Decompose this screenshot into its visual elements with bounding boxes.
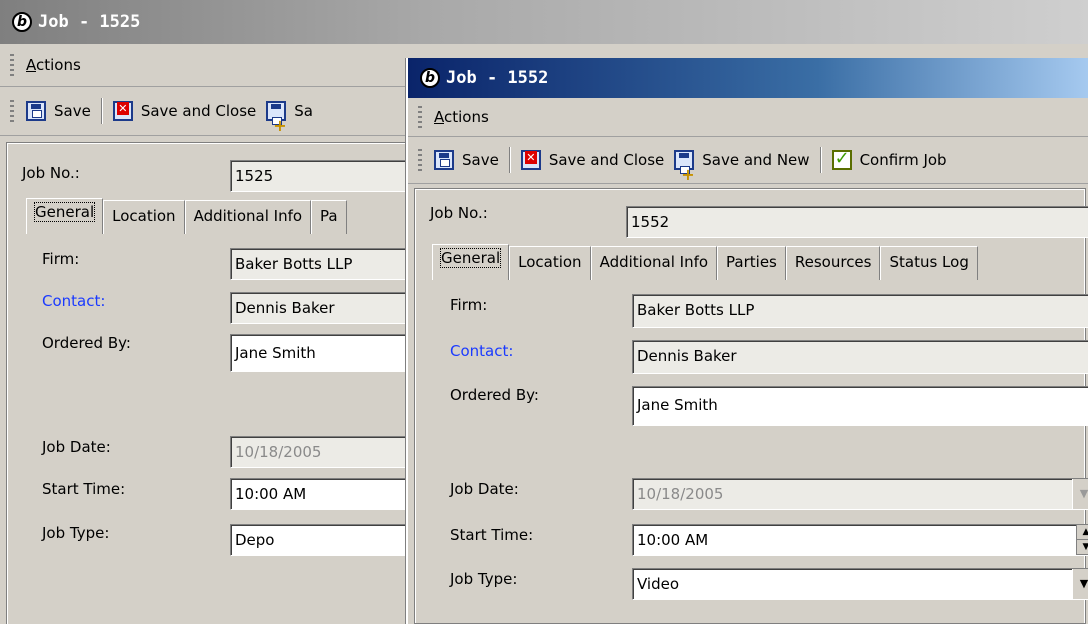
toolbar: Save Save and Close Save and New Confirm… [408, 137, 1088, 184]
menubar-grip[interactable] [10, 54, 14, 76]
toolbar-grip[interactable] [10, 100, 14, 122]
window-title: Job - 1525 [38, 12, 141, 32]
tab-resources[interactable]: Resources [785, 246, 881, 280]
dropdown-arrow-icon[interactable]: ▼ [1072, 569, 1088, 599]
save-button[interactable]: Save [434, 150, 499, 170]
toolbar-separator [100, 98, 103, 124]
job-date-label: Job Date: [42, 438, 111, 456]
form-panel: Job No.: 1552 General Location Additiona… [416, 190, 1088, 623]
save-new-icon [674, 150, 695, 174]
toolbar-grip[interactable] [418, 149, 422, 171]
firm-field[interactable]: Baker Botts LLP [230, 248, 420, 280]
contact-link[interactable]: Contact: [42, 292, 105, 310]
contact-field[interactable]: Dennis Baker [632, 340, 1088, 374]
app-logo-icon: b [12, 12, 32, 32]
toolbar-separator [819, 147, 822, 173]
tab-general[interactable]: General [432, 244, 510, 280]
tab-location[interactable]: Location [509, 246, 591, 280]
save-and-close-button[interactable]: Save and Close [520, 150, 664, 170]
actions-menu[interactable]: Actions [434, 108, 489, 126]
tab-parties[interactable]: Pa [311, 200, 347, 234]
spin-up-icon[interactable]: ▲ [1077, 525, 1088, 540]
ordered-by-label: Ordered By: [42, 334, 131, 352]
spin-down-icon[interactable]: ▼ [1077, 540, 1088, 555]
toolbar-separator [508, 147, 511, 173]
save-and-new-button[interactable]: Save and New [674, 150, 810, 174]
start-time-field[interactable]: 10:00 AM [230, 478, 420, 510]
time-spinner[interactable]: ▲ ▼ [1076, 525, 1088, 555]
tab-status-log[interactable]: Status Log [880, 246, 978, 280]
start-time-label: Start Time: [42, 480, 126, 498]
save-close-icon [112, 101, 133, 121]
job-form: Job No.: 1552 General Location Additiona… [414, 188, 1088, 624]
job-no-field[interactable]: 1525 [230, 160, 420, 192]
tab-general[interactable]: General [26, 198, 104, 234]
save-close-icon [520, 150, 541, 170]
ordered-by-field[interactable]: Jane Smith [230, 334, 420, 372]
tab-parties[interactable]: Parties [717, 246, 786, 280]
title-bar-active[interactable]: b Job - 1552 [408, 58, 1088, 98]
dropdown-arrow-icon: ▼ [1072, 479, 1088, 509]
job-date-label: Job Date: [450, 480, 519, 498]
save-and-new-button[interactable]: Sa [266, 101, 313, 125]
save-and-close-button[interactable]: Save and Close [112, 101, 256, 121]
job-type-field[interactable]: Depo [230, 524, 420, 556]
job-date-field[interactable]: 10/18/2005 [230, 436, 420, 468]
job-type-select[interactable]: Video ▼ [632, 568, 1088, 600]
firm-field[interactable]: Baker Botts LLP [632, 294, 1088, 328]
job-type-label: Job Type: [450, 570, 518, 588]
ordered-by-label: Ordered By: [450, 386, 539, 404]
title-bar[interactable]: b Job - 1525 [0, 0, 1088, 44]
app-logo-icon: b [420, 68, 440, 88]
start-time-field[interactable]: 10:00 AM ▲ ▼ [632, 524, 1088, 556]
job-no-field[interactable]: 1552 [626, 206, 1088, 238]
ordered-by-field[interactable]: Jane Smith [632, 386, 1088, 426]
job-type-label: Job Type: [42, 524, 110, 542]
window-title: Job - 1552 [446, 68, 549, 88]
tab-location[interactable]: Location [103, 200, 185, 234]
confirm-job-button[interactable]: Confirm Job [831, 148, 947, 170]
save-icon [434, 150, 454, 170]
confirm-icon [831, 148, 852, 170]
tab-strip: General Location Additional Info Parties… [432, 244, 978, 280]
contact-field[interactable]: Dennis Baker [230, 292, 420, 324]
job-no-label: Job No.: [22, 164, 80, 182]
tab-additional-info[interactable]: Additional Info [184, 200, 312, 234]
save-button[interactable]: Save [26, 101, 91, 121]
job-date-field[interactable]: 10/18/2005 ▼ [632, 478, 1088, 510]
job-date-value: 10/18/2005 [637, 485, 724, 503]
job-no-label: Job No.: [430, 204, 488, 222]
save-new-icon [266, 101, 287, 125]
start-time-value: 10:00 AM [637, 531, 709, 549]
save-icon [26, 101, 46, 121]
firm-label: Firm: [450, 296, 488, 314]
contact-link[interactable]: Contact: [450, 342, 513, 360]
job-type-value: Video [637, 575, 680, 593]
job-window-1552: b Job - 1552 Actions Save Save and Close… [406, 58, 1088, 624]
start-time-label: Start Time: [450, 526, 534, 544]
actions-menu[interactable]: Actions [26, 56, 81, 74]
firm-label: Firm: [42, 250, 80, 268]
menu-bar: Actions [408, 98, 1088, 137]
tab-strip: General Location Additional Info Pa [26, 198, 347, 234]
tab-additional-info[interactable]: Additional Info [590, 246, 718, 280]
menubar-grip[interactable] [418, 106, 422, 128]
